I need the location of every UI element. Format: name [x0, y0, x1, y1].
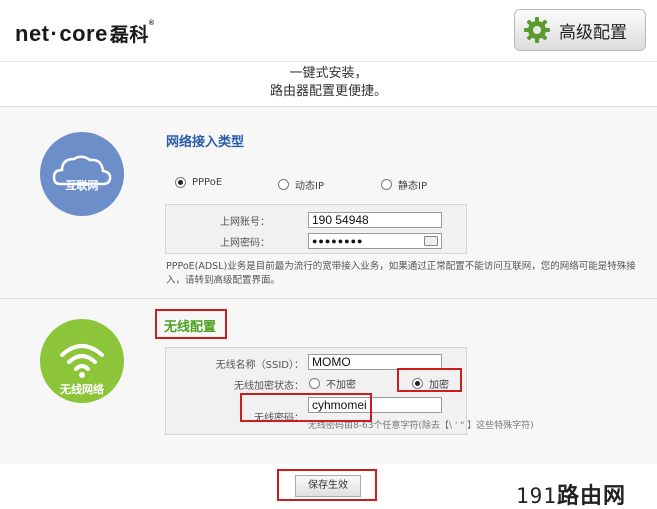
slogan: 一键式安装， 路由器配置更便捷。	[269, 66, 387, 99]
site-watermark: 191路由网	[516, 484, 626, 509]
cloud-icon	[52, 155, 112, 186]
highlight-wifi-password	[240, 393, 372, 422]
internet-icon-label: 互联网	[65, 179, 99, 192]
radio-static-ip-dot[interactable]	[381, 179, 392, 190]
pppoe-form: 上网账号： 190 54948 上网密码： ●●●●●●●●	[165, 204, 467, 254]
highlight-wireless-title	[155, 309, 227, 339]
radio-dynamic-ip-dot[interactable]	[278, 179, 289, 190]
highlight-save-button	[277, 469, 377, 501]
ssid-label: 无线名称（SSID）：	[215, 360, 304, 371]
radio-dynamic-ip[interactable]: 动态IP	[278, 177, 324, 192]
account-label: 上网账号：	[220, 217, 270, 228]
pppoe-description: PPPoE(ADSL)业务是目前最为流行的宽带接入业务，如果通过正常配置不能访问…	[166, 261, 636, 286]
encrypt-label: 无线加密状态：	[234, 381, 304, 392]
radio-pppoe[interactable]: PPPoE	[175, 177, 222, 188]
internet-circle: 互联网	[40, 132, 124, 216]
header: net·core 磊科® 高级配置	[0, 0, 657, 62]
account-input[interactable]: 190 54948	[308, 212, 442, 228]
advanced-config-button[interactable]: 高级配置	[514, 9, 646, 51]
keyboard-icon[interactable]	[424, 236, 438, 246]
brand-logo: net·core 磊科®	[15, 20, 155, 46]
internet-panel: 互联网 网络接入类型 PPPoE 动态IP 静态IP 上网账号： 190 549…	[0, 106, 657, 298]
wireless-panel: 无线网络 无线配置 无线名称（SSID）： MOMO 无线加密状态： 不加密 加…	[0, 298, 657, 464]
password-label: 上网密码：	[220, 238, 270, 249]
radio-no-encrypt[interactable]: 不加密	[309, 376, 356, 391]
radio-static-ip[interactable]: 静态IP	[381, 177, 427, 192]
wireless-icon-label: 无线网络	[60, 383, 104, 396]
internet-type-title: 网络接入类型	[166, 135, 245, 150]
highlight-encrypt-option	[397, 368, 462, 392]
wireless-circle: 无线网络	[40, 319, 124, 403]
radio-pppoe-dot[interactable]	[175, 177, 186, 188]
gear-icon	[524, 17, 550, 43]
radio-no-encrypt-dot[interactable]	[309, 378, 320, 389]
advanced-config-label: 高级配置	[559, 22, 627, 43]
password-input[interactable]: ●●●●●●●●	[308, 233, 442, 249]
